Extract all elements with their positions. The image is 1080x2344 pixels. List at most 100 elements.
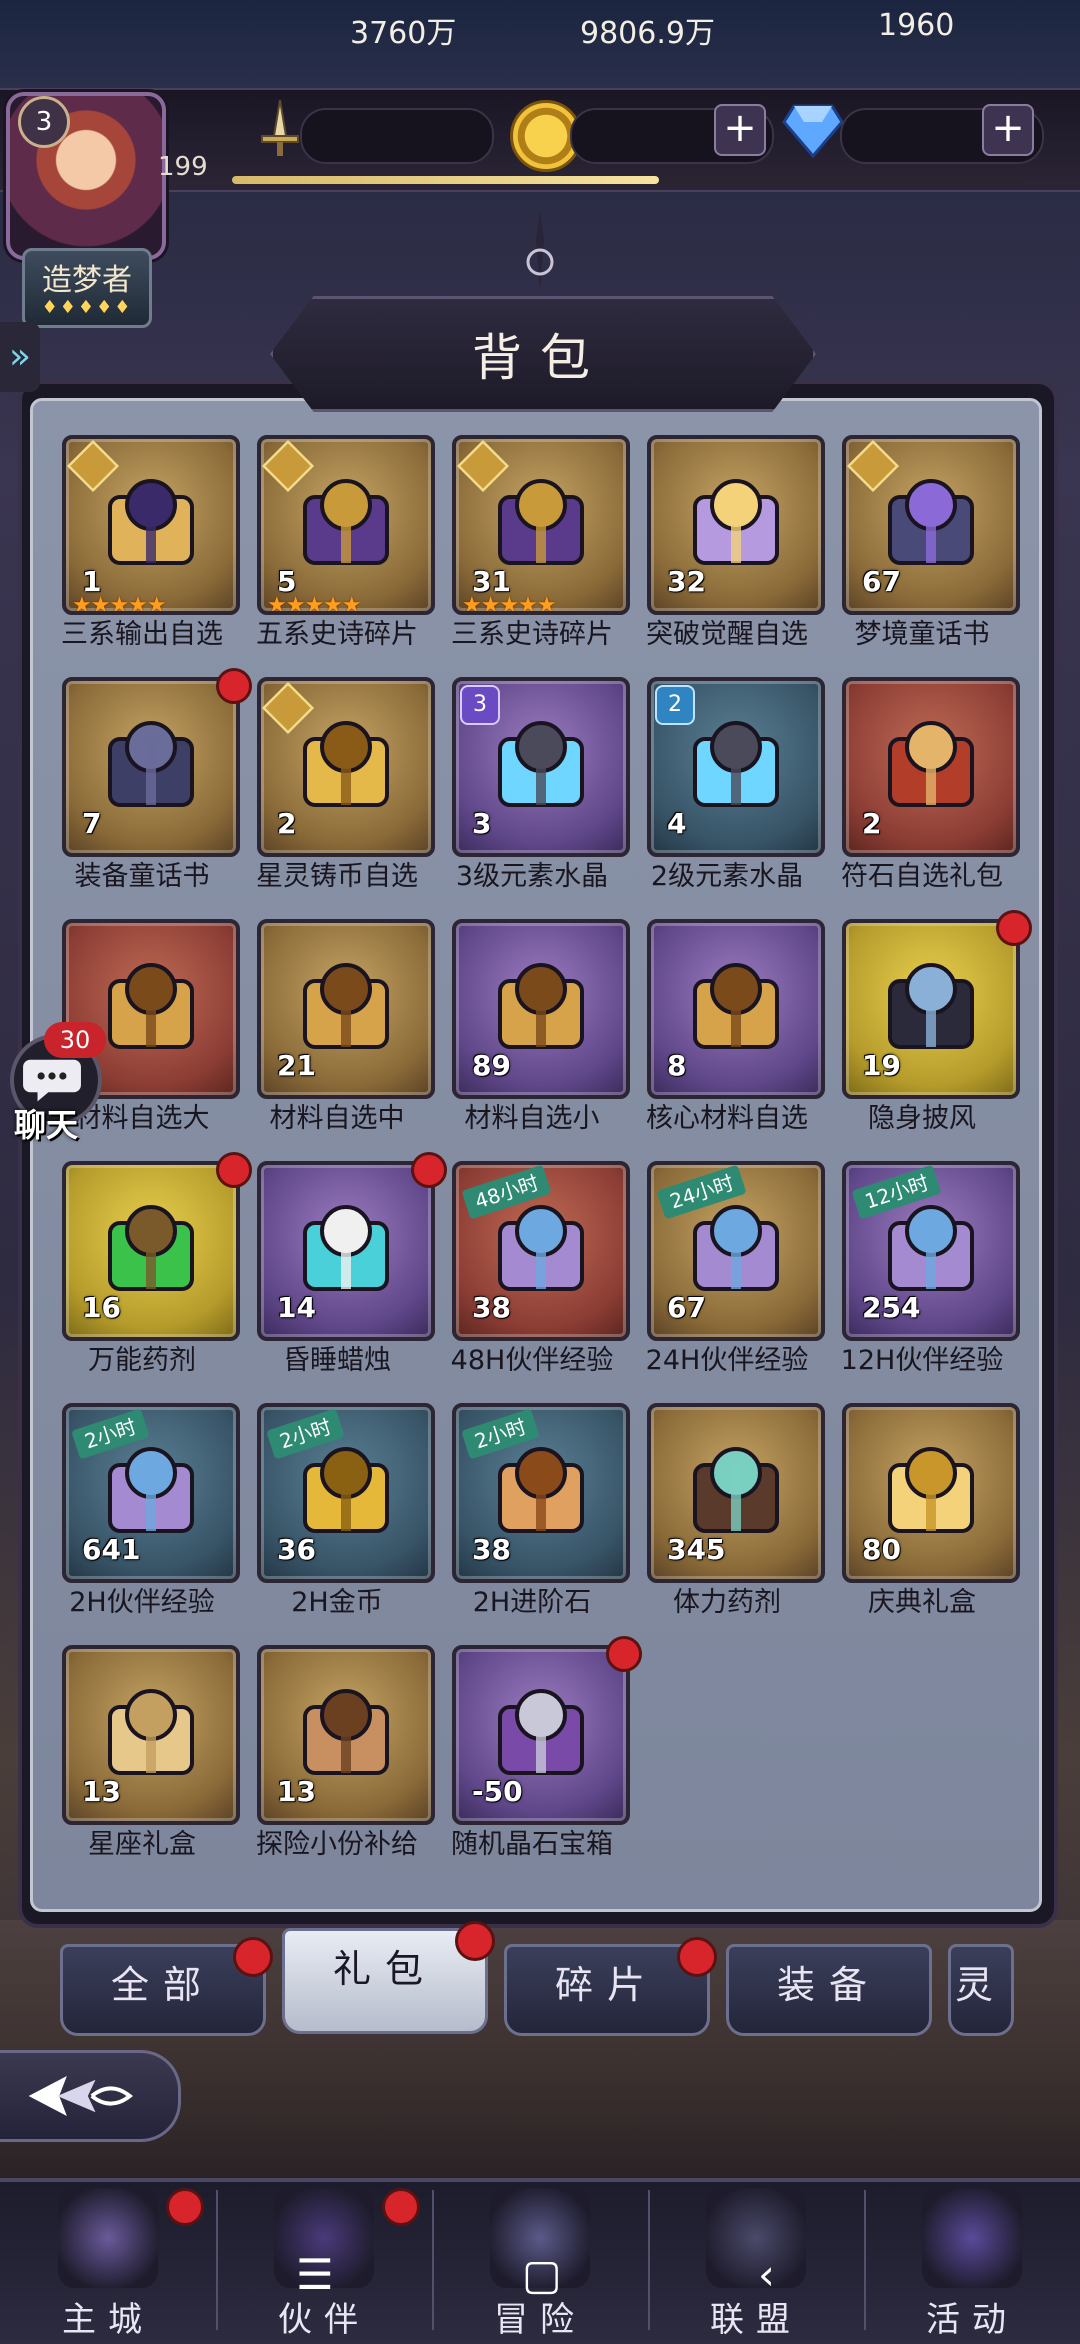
item-name: 星灵铸币自选 [256,861,418,892]
player-title-badge[interactable]: 造梦者 ♦♦♦♦♦ [22,248,152,328]
item-count: 8 [667,1049,687,1082]
tab-4[interactable]: 灵 [948,1944,1014,2036]
item-name: 2H金币 [291,1587,383,1618]
diamond-value: 1960 [878,8,955,43]
expand-side-menu-button[interactable]: » [0,322,40,392]
inventory-item[interactable]: 12小时 254 12H伙伴经验 [832,1156,1020,1376]
item-tile[interactable]: 48小时 38 [452,1161,630,1341]
inventory-item[interactable]: 14 昏睡蜡烛 [247,1152,447,1376]
inventory-item[interactable]: 2小时 641 2H伙伴经验 [52,1398,240,1618]
gold-coins-icon [303,1447,389,1533]
new-item-dot [996,910,1032,946]
item-name: 庆典礼盒 [868,1587,976,1618]
inventory-item[interactable]: 67 梦境童话书 [832,430,1020,650]
inventory-item[interactable]: 19 隐身披风 [832,910,1032,1134]
item-tile[interactable]: 13 [257,1645,435,1825]
gift-box-icon [108,1689,194,1775]
item-tile[interactable]: 12小时 254 [842,1161,1020,1341]
item-name: 三系输出自选 [61,619,223,650]
item-tile[interactable]: 19 [842,919,1020,1099]
inventory-item[interactable]: 2 星灵铸币自选 [247,672,435,892]
item-name: 符石自选礼包 [841,861,1003,892]
system-back-button[interactable]: ‹ [758,2250,775,2299]
inventory-item[interactable]: 80 庆典礼盒 [832,1398,1020,1618]
tab-3[interactable]: 装备 [726,1944,932,2036]
item-tile[interactable]: 13 [62,1645,240,1825]
item-tile[interactable]: 1 ★★★★★ [62,435,240,615]
item-tile[interactable]: 31 ★★★★★ [452,435,630,615]
chat-unread-count: 30 [44,1022,106,1058]
tab-1[interactable]: 礼包 [282,1921,495,2034]
inventory-item[interactable]: 8 核心材料自选 [637,914,825,1134]
item-tile[interactable]: 2小时 38 [452,1403,630,1583]
item-name: 星座礼盒 [88,1829,196,1860]
item-tile[interactable]: 16 [62,1161,240,1341]
back-button[interactable] [0,2050,181,2142]
item-count: 67 [667,1291,706,1324]
system-menu-button[interactable]: ☰ [296,2250,334,2299]
tab-0[interactable]: 全部 [60,1937,273,2036]
item-tile[interactable]: 345 [647,1403,825,1583]
item-tile[interactable]: 14 [257,1161,435,1341]
inventory-item[interactable]: 2小时 38 2H进阶石 [442,1398,630,1618]
nav-label: 主城 [62,2300,154,2340]
fairy-book-icon [888,479,974,565]
item-name: 2H进阶石 [472,1587,592,1618]
item-tile[interactable]: 24 [647,677,825,857]
inventory-item[interactable]: 13 探险小份补给 [247,1640,435,1860]
inventory-item[interactable]: 48小时 38 48H伙伴经验 [442,1156,630,1376]
inventory-item[interactable]: 31 ★★★★★ 三系史诗碎片 [442,430,630,650]
item-tile[interactable]: 2 [257,677,435,857]
item-tile[interactable]: -50 [452,1645,630,1825]
add-gold-button[interactable]: + [714,104,766,156]
item-name: 梦境童话书 [854,619,990,650]
nav-item-4[interactable]: 活动 [864,2178,1080,2340]
inventory-item[interactable]: -50 随机晶石宝箱 [442,1636,642,1860]
inventory-item[interactable]: 3 3 3级元素水晶 [442,672,630,892]
inventory-item[interactable]: 345 体力药剂 [637,1398,825,1618]
item-tile[interactable]: 33 [452,677,630,857]
item-tile[interactable]: 89 [452,919,630,1099]
item-tile[interactable]: 7 [62,677,240,857]
inventory-item[interactable]: 2 4 2级元素水晶 [637,672,825,892]
item-tile[interactable]: 2小时 36 [257,1403,435,1583]
inventory-item[interactable]: 13 星座礼盒 [52,1640,240,1860]
item-count: 14 [277,1291,316,1324]
item-tile[interactable]: 8 [647,919,825,1099]
inventory-item[interactable]: 21 材料自选中 [247,914,435,1134]
item-tile[interactable]: 24小时 67 [647,1161,825,1341]
item-tile[interactable]: 21 [257,919,435,1099]
item-tile[interactable]: 2 [842,677,1020,857]
nav-item-3[interactable]: 联盟 [648,2178,864,2340]
inventory-item[interactable]: 24小时 67 24H伙伴经验 [637,1156,825,1376]
item-tile[interactable]: 67 [842,435,1020,615]
item-tile[interactable]: 32 [647,435,825,615]
tab-2[interactable]: 碎片 [504,1937,717,2036]
item-count: 641 [82,1533,141,1566]
potion-lantern-icon [108,1205,194,1291]
material-box-icon [303,963,389,1049]
nav-item-0[interactable]: 主城 [0,2178,216,2340]
inventory-item[interactable]: 1 ★★★★★ 三系输出自选 [52,430,240,650]
system-home-button[interactable]: ▢ [522,2250,562,2299]
item-tile[interactable]: 5 ★★★★★ [257,435,435,615]
inventory-item[interactable]: 16 万能药剂 [52,1152,252,1376]
add-diamond-button[interactable]: + [982,104,1034,156]
inventory-item[interactable]: 7 装备童话书 [52,668,252,892]
item-name: 48H伙伴经验 [450,1345,614,1376]
inventory-item[interactable]: 32 突破觉醒自选 [637,430,825,650]
inventory-item[interactable]: 89 材料自选小 [442,914,630,1134]
nav-notification-dot [166,2188,204,2226]
item-tile[interactable]: 2小时 641 [62,1403,240,1583]
inventory-item[interactable]: 2小时 36 2H金币 [247,1398,435,1618]
inventory-item[interactable]: 2 符石自选礼包 [832,672,1020,892]
experience-bar-fill [232,176,659,184]
inventory-item[interactable]: 5 ★★★★★ 五系史诗碎片 [247,430,435,650]
item-count: 80 [862,1533,901,1566]
chat-label[interactable]: 聊天 [14,1100,78,1146]
exp-box-icon [498,1205,584,1291]
item-name: 随机晶石宝箱 [451,1829,613,1860]
item-tile[interactable]: 80 [842,1403,1020,1583]
power-value: 3760万 [350,16,457,51]
item-count: 16 [82,1291,121,1324]
